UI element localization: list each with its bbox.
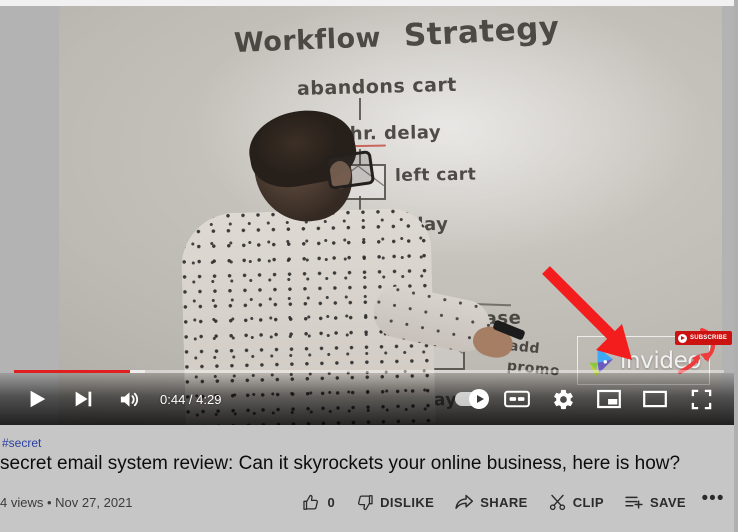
dislike-button[interactable]: DISLIKE: [345, 487, 444, 517]
closed-captions-button[interactable]: [494, 376, 540, 422]
playlist-add-icon: [625, 496, 643, 509]
meta-separator: •: [46, 494, 52, 510]
subscribe-label: SUBSCRIBE: [690, 335, 728, 341]
dislike-label: DISLIKE: [380, 494, 435, 510]
letterbox-left: [0, 6, 59, 425]
thumbs-down-icon: [358, 494, 373, 510]
whiteboard-note-add: add: [508, 338, 541, 358]
save-label: SAVE: [649, 494, 686, 510]
hashtag-link[interactable]: #secret: [2, 436, 41, 450]
closed-captions-icon: [504, 390, 530, 408]
window-right-edge: [734, 0, 738, 532]
subscribe-play-icon: [678, 333, 687, 343]
miniplayer-button[interactable]: [586, 376, 632, 422]
like-count: 0: [327, 494, 336, 510]
presenter-glasses: [324, 149, 376, 191]
player-controls: 0:44 / 4:29: [0, 373, 738, 425]
volume-icon: [120, 391, 138, 407]
share-button[interactable]: SHARE: [444, 487, 538, 517]
save-button[interactable]: SAVE: [614, 487, 696, 517]
subscribe-badge[interactable]: SUBSCRIBE: [675, 331, 733, 345]
view-count-and-date: 4 views • Nov 27, 2021: [0, 495, 133, 510]
scissors-icon: [549, 494, 565, 510]
autoplay-track: [455, 389, 489, 409]
clip-button[interactable]: CLIP: [538, 487, 614, 517]
miniplayer-icon: [597, 389, 621, 409]
theater-mode-button[interactable]: [632, 376, 678, 422]
autoplay-knob: [469, 389, 489, 409]
presenter-figure: [177, 25, 526, 425]
more-actions-button[interactable]: •••: [696, 484, 730, 520]
video-meta-row: 4 views • Nov 27, 2021 0 DISLIKE SHARE C…: [0, 486, 738, 518]
player-controls-right: [448, 376, 738, 422]
gear-icon: [553, 389, 573, 409]
clip-label: CLIP: [572, 494, 604, 510]
share-arrow-icon: [455, 494, 474, 509]
next-video-button[interactable]: [60, 376, 106, 422]
fullscreen-button[interactable]: [678, 376, 724, 422]
theater-mode-icon: [643, 390, 667, 408]
play-button[interactable]: [14, 376, 60, 422]
next-icon: [75, 391, 92, 407]
settings-button[interactable]: [540, 376, 586, 422]
youtube-watch-page: Workflow Strategy abandons cart 1 hr. de…: [0, 0, 738, 532]
upload-date: Nov 27, 2021: [55, 494, 133, 510]
video-player[interactable]: Workflow Strategy abandons cart 1 hr. de…: [0, 6, 738, 425]
page-title: secret email system review: Can it skyro…: [0, 453, 681, 474]
autoplay-toggle[interactable]: [448, 376, 494, 422]
like-button[interactable]: 0: [292, 487, 345, 517]
share-label: SHARE: [480, 494, 528, 510]
video-action-buttons: 0 DISLIKE SHARE CLIP SAVE •••: [292, 484, 738, 520]
player-controls-left: 0:44 / 4:29: [0, 376, 227, 422]
view-count: 4 views: [0, 494, 44, 510]
play-icon: [30, 390, 46, 408]
thumbs-up-icon: [303, 494, 319, 510]
volume-button[interactable]: [106, 376, 152, 422]
time-display: 0:44 / 4:29: [160, 391, 222, 407]
fullscreen-icon: [691, 389, 711, 409]
